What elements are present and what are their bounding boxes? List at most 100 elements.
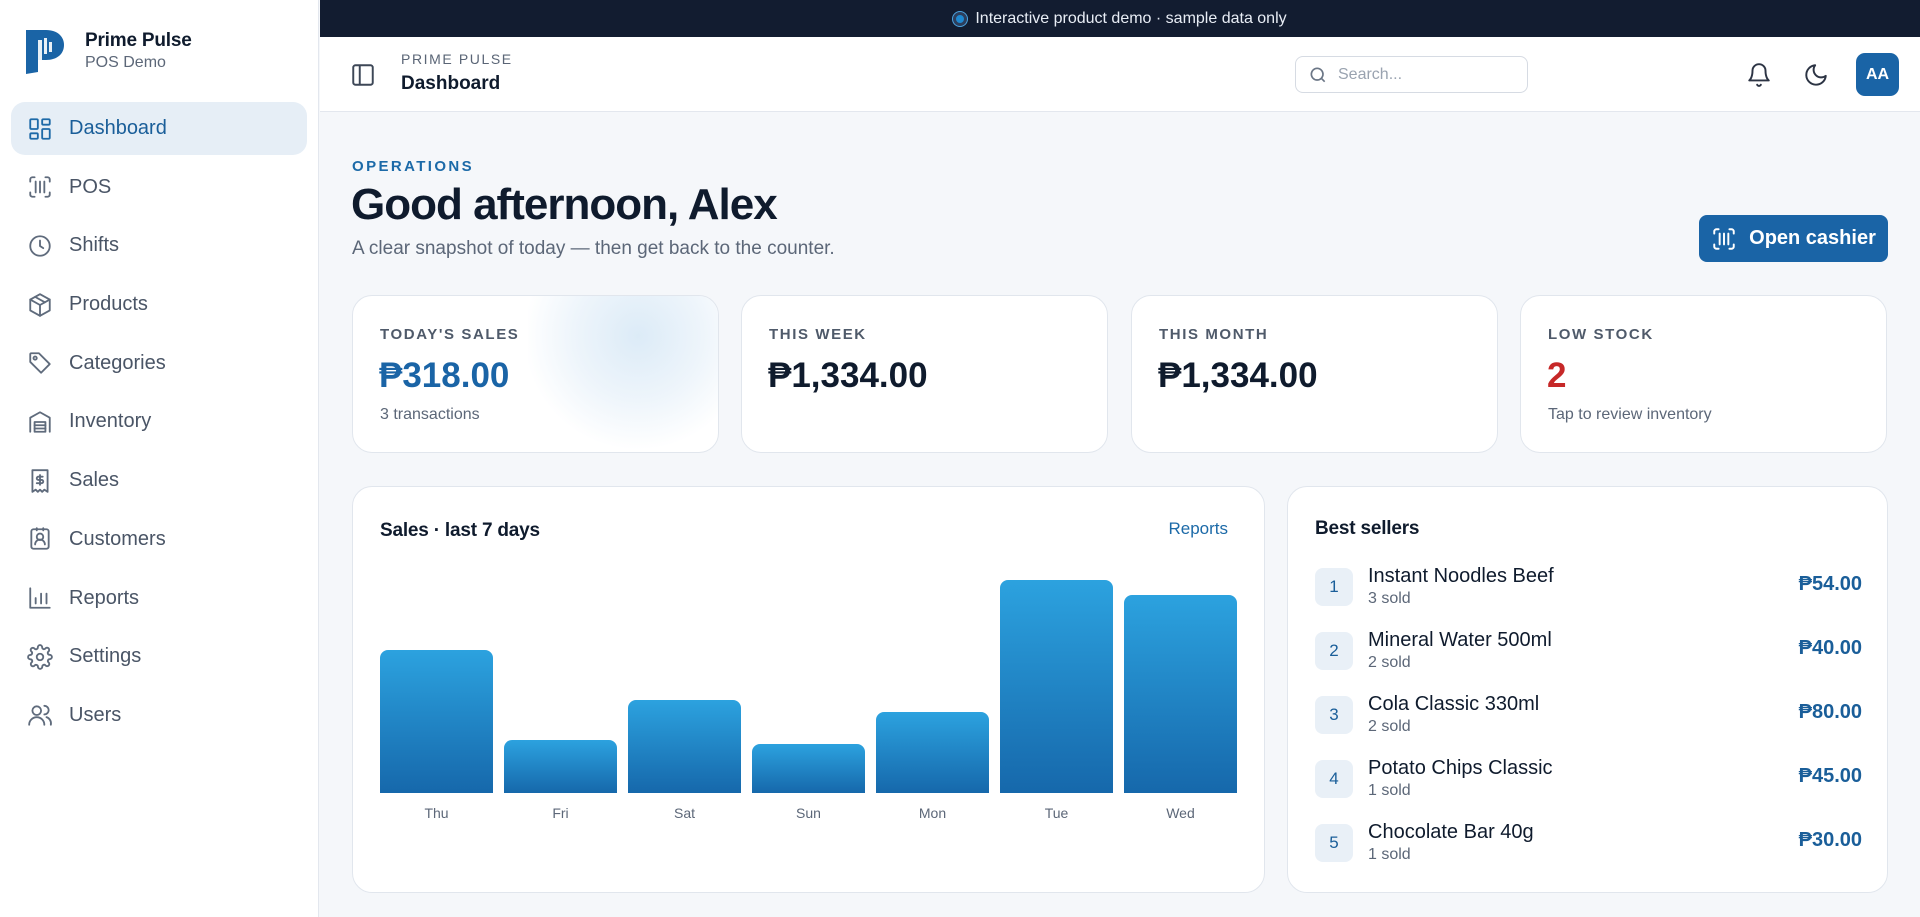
stat-value: 2: [1547, 356, 1567, 395]
sidebar: Prime Pulse POS Demo Dashboard POS Shift…: [0, 0, 319, 917]
demo-banner: Interactive product demo · sample data o…: [320, 0, 1920, 37]
greeting-heading: Good afternoon, Alex: [351, 180, 778, 229]
stat-label: TODAY'S SALES: [380, 326, 520, 343]
sales-chart-panel: Sales · last 7 days Reports Thu Fri Sat Sun…: [352, 486, 1265, 893]
list-item[interactable]: 3 Cola Classic 330ml 2 sold ₱80.00: [1315, 691, 1862, 741]
sales-amount: ₱45.00: [1798, 765, 1862, 787]
sidebar-item-label: Shifts: [69, 234, 120, 257]
sidebar-item-label: Sales: [69, 469, 120, 492]
stat-value: ₱318.00: [379, 356, 510, 395]
chart-x-tick-label: Tue: [1044, 805, 1069, 821]
chart-x-tick-label: Wed: [1166, 805, 1195, 821]
sidebar-item-label: Products: [69, 293, 148, 316]
stat-label: THIS WEEK: [769, 326, 867, 343]
stat-card-this-week[interactable]: THIS WEEK ₱1,334.00: [741, 295, 1108, 453]
greeting-subtitle: A clear snapshot of today — then get bac…: [352, 238, 835, 259]
chart-bar[interactable]: [504, 740, 617, 793]
rank-badge: 4: [1315, 760, 1353, 798]
sold-count: 2 sold: [1368, 654, 1411, 671]
brand-logo-icon: [26, 30, 64, 74]
best-sellers-panel: Best sellers 1 Instant Noodles Beef 3 sold…: [1287, 486, 1888, 893]
warehouse-icon: [27, 409, 53, 435]
stat-value: ₱1,334.00: [768, 356, 928, 395]
topbar: PRIME PULSE Dashboard AA: [320, 37, 1920, 112]
bar-chart-icon: [27, 585, 53, 611]
sidebar-nav: Dashboard POS Shifts Products Categories…: [11, 102, 307, 748]
list-item[interactable]: 1 Instant Noodles Beef 3 sold ₱54.00: [1315, 563, 1862, 613]
sidebar-item-label: Dashboard: [69, 117, 167, 139]
chart-bar[interactable]: [1124, 595, 1237, 793]
sold-count: 3 sold: [1368, 590, 1411, 607]
sold-count: 2 sold: [1368, 718, 1411, 735]
sidebar-item-customers[interactable]: Customers: [11, 513, 307, 566]
reports-link[interactable]: Reports: [1168, 519, 1228, 539]
sidebar-item-label: Users: [69, 703, 122, 726]
product-name: Potato Chips Classic: [1368, 757, 1553, 779]
box-icon: [27, 292, 53, 318]
sidebar-item-label: POS: [69, 175, 112, 198]
stat-card-low-stock[interactable]: LOW STOCK 2 Tap to review inventory: [1520, 295, 1887, 453]
sales-amount: ₱54.00: [1798, 573, 1862, 595]
sidebar-item-products[interactable]: Products: [11, 278, 307, 331]
sidebar-item-label: Categories: [69, 351, 166, 374]
barcode-scan-icon: [1713, 227, 1735, 250]
chart-x-tick-label: Thu: [424, 805, 449, 821]
chart-x-tick-label: Sat: [673, 805, 695, 821]
sidebar-item-shifts[interactable]: Shifts: [11, 219, 307, 272]
bell-icon[interactable]: [1744, 60, 1774, 90]
sidebar-item-users[interactable]: Users: [11, 689, 307, 742]
page-title: Dashboard: [401, 73, 501, 94]
breadcrumb: PRIME PULSE Dashboard: [401, 51, 513, 95]
sidebar-toggle-icon[interactable]: [350, 62, 376, 88]
brand[interactable]: Prime Pulse POS Demo: [24, 26, 192, 76]
search-icon: [1310, 67, 1326, 82]
product-name: Chocolate Bar 40g: [1368, 821, 1534, 843]
product-name: Cola Classic 330ml: [1368, 693, 1540, 715]
chart-x-tick-label: Mon: [918, 805, 947, 821]
sidebar-item-dashboard[interactable]: Dashboard: [11, 102, 307, 155]
contact-icon: [27, 526, 53, 552]
search-input[interactable]: [1338, 65, 1518, 84]
brand-name: Prime Pulse: [85, 30, 192, 51]
sidebar-item-label: Reports: [69, 586, 140, 609]
sidebar-item-pos[interactable]: POS: [11, 161, 307, 214]
sidebar-item-inventory[interactable]: Inventory: [11, 395, 307, 448]
open-cashier-button[interactable]: Open cashier: [1699, 215, 1888, 262]
sidebar-item-settings[interactable]: Settings: [11, 630, 307, 683]
dashboard-icon: [27, 116, 53, 142]
search-box[interactable]: [1295, 56, 1528, 93]
rank-badge: 1: [1315, 568, 1353, 606]
chart-bar[interactable]: [752, 744, 865, 793]
open-cashier-label: Open cashier: [1749, 227, 1876, 249]
sales-amount: ₱40.00: [1798, 637, 1862, 659]
chart-bar[interactable]: [380, 650, 493, 793]
chart-x-tick-label: Sun: [796, 805, 821, 821]
status-dot-icon: [953, 11, 968, 26]
list-item[interactable]: 5 Chocolate Bar 40g 1 sold ₱30.00: [1315, 819, 1862, 869]
tag-icon: [27, 350, 53, 376]
sales-amount: ₱80.00: [1798, 701, 1862, 723]
users-icon: [27, 702, 53, 728]
banner-text: Interactive product demo · sample data o…: [975, 9, 1287, 27]
sidebar-item-label: Customers: [69, 527, 166, 550]
rank-badge: 5: [1315, 824, 1353, 862]
stat-card-this-month[interactable]: THIS MONTH ₱1,334.00: [1131, 295, 1498, 453]
card-glow: [528, 296, 718, 452]
section-eyebrow: OPERATIONS: [352, 158, 475, 175]
breadcrumb-app: PRIME PULSE: [401, 51, 513, 67]
list-item[interactable]: 4 Potato Chips Classic 1 sold ₱45.00: [1315, 755, 1862, 805]
sidebar-item-reports[interactable]: Reports: [11, 572, 307, 625]
stat-sub: Tap to review inventory: [1548, 406, 1712, 423]
sidebar-item-categories[interactable]: Categories: [11, 337, 307, 390]
sidebar-item-sales[interactable]: Sales: [11, 454, 307, 507]
moon-icon[interactable]: [1801, 60, 1831, 90]
chart-bar[interactable]: [628, 700, 741, 793]
product-name: Mineral Water 500ml: [1368, 629, 1552, 651]
stat-value: ₱1,334.00: [1158, 356, 1318, 395]
chart-bar[interactable]: [876, 712, 989, 793]
avatar[interactable]: AA: [1856, 53, 1899, 96]
product-name: Instant Noodles Beef: [1368, 565, 1554, 587]
stat-card-today-sales[interactable]: TODAY'S SALES ₱318.00 3 transactions: [352, 295, 719, 453]
list-item[interactable]: 2 Mineral Water 500ml 2 sold ₱40.00: [1315, 627, 1862, 677]
chart-bar[interactable]: [1000, 580, 1113, 793]
